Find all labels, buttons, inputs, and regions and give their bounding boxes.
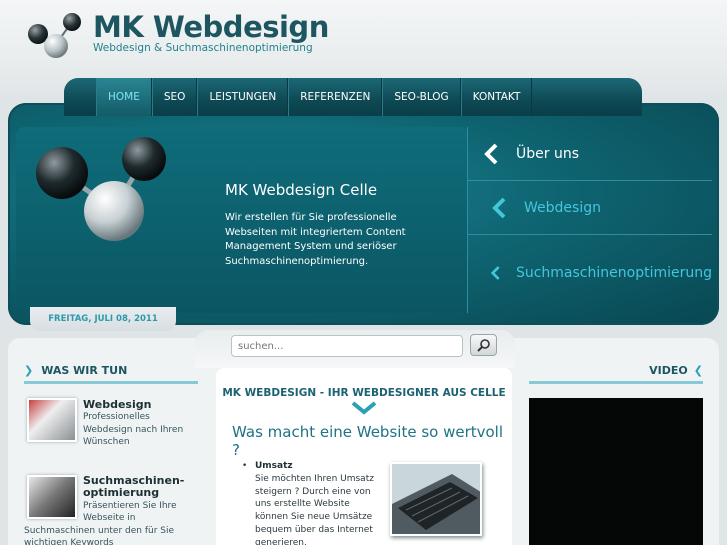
nav-item-kontakt[interactable]: KONTAKT: [460, 78, 533, 116]
hero-menu-label: Webdesign: [524, 199, 601, 216]
molecule-illustration-icon: [36, 137, 166, 241]
hero-title: MK Webdesign Celle: [225, 181, 378, 199]
brand-title[interactable]: MK Webdesign: [93, 10, 329, 44]
nav-item-leistungen[interactable]: LEISTUNGEN: [197, 78, 289, 116]
chevron-left-icon: [490, 266, 500, 280]
hero-menu-ueber-uns[interactable]: Über uns: [468, 127, 712, 181]
chevron-right-icon: ❯: [24, 364, 34, 377]
search-button[interactable]: [470, 334, 497, 356]
article-list: • Umsatz Sie möchten Ihren Umsatz steige…: [242, 460, 382, 545]
video-column: VIDEO ❮: [529, 360, 703, 545]
hero-menu-label: Suchmaschinenoptimierung: [515, 265, 712, 281]
keyboard-image: [390, 462, 482, 536]
main-nav: HOME SEO LEISTUNGEN REFERENZEN SEO-BLOG …: [64, 78, 642, 116]
service-desc: Suchmaschinen unter den für Sie: [24, 525, 175, 536]
service-thumbnail: [27, 398, 77, 442]
chevron-left-icon: [492, 197, 506, 218]
what-we-do-column: ❯ WAS WIR TUN Webdesign Professionelles …: [24, 360, 198, 545]
nav-item-seo[interactable]: SEO: [151, 78, 198, 116]
magnifier-icon: [477, 339, 490, 352]
hero-menu-seo[interactable]: Suchmaschinenoptimierung: [468, 235, 712, 311]
article-heading: MK WEBDESIGN - IHR WEBDESIGNER AUS CELLE: [222, 387, 506, 399]
heading-label: WAS WIR TUN: [41, 364, 128, 377]
service-title[interactable]: Webdesign: [83, 398, 198, 411]
service-desc: Webseite in: [83, 513, 136, 523]
nav-item-home[interactable]: HOME: [96, 78, 152, 116]
main-article: MK WEBDESIGN - IHR WEBDESIGNER AUS CELLE…: [216, 368, 512, 545]
hero-menu: Über uns Webdesign Suchmaschinenoptimier…: [467, 127, 712, 313]
service-item-webdesign[interactable]: Webdesign Professionelles Webdesign nach…: [24, 398, 198, 449]
search-input[interactable]: [231, 335, 463, 357]
hero-menu-label: Über uns: [516, 145, 579, 162]
service-desc: wichtigen Keywords: [24, 538, 114, 545]
service-desc: Professionelles Webdesign nach Ihren Wün…: [83, 412, 184, 447]
what-we-do-heading: ❯ WAS WIR TUN: [24, 360, 198, 384]
heading-label: VIDEO: [649, 364, 688, 377]
service-thumbnail: [27, 474, 77, 519]
hero-text: Wir erstellen für Sie professionelle Web…: [225, 212, 406, 267]
service-title[interactable]: Suchmaschinen-optimierung: [83, 474, 198, 500]
service-item-seo[interactable]: Suchmaschinen-optimierung Präsentieren S…: [24, 474, 198, 545]
video-player[interactable]: [529, 398, 703, 545]
date-label: FREITAG, JULI 08, 2011: [30, 307, 176, 331]
video-heading: VIDEO ❮: [529, 360, 703, 384]
bullet-icon: •: [242, 461, 248, 471]
chevron-left-icon: [484, 143, 498, 164]
service-desc: Präsentieren Sie Ihre: [83, 500, 177, 511]
logo-molecule-icon: [28, 13, 81, 58]
chevron-down-icon: [216, 400, 512, 419]
list-item-text: Sie möchten Ihren Umsatz steigern ? Durc…: [255, 473, 374, 545]
nav-item-seo-blog[interactable]: SEO-BLOG: [382, 78, 461, 116]
hero-banner: MK Webdesign Celle Wir erstellen für Sie…: [8, 103, 719, 325]
article-subheading: Was macht eine Website so wertvoll ?: [232, 423, 504, 459]
brand-subtitle: Webdesign & Suchmaschinenoptimierung: [93, 42, 313, 54]
list-item-title: Umsatz: [255, 461, 293, 471]
hero-menu-webdesign[interactable]: Webdesign: [468, 181, 712, 235]
nav-item-referenzen[interactable]: REFERENZEN: [288, 78, 383, 116]
chevron-left-icon: ❮: [693, 364, 703, 377]
